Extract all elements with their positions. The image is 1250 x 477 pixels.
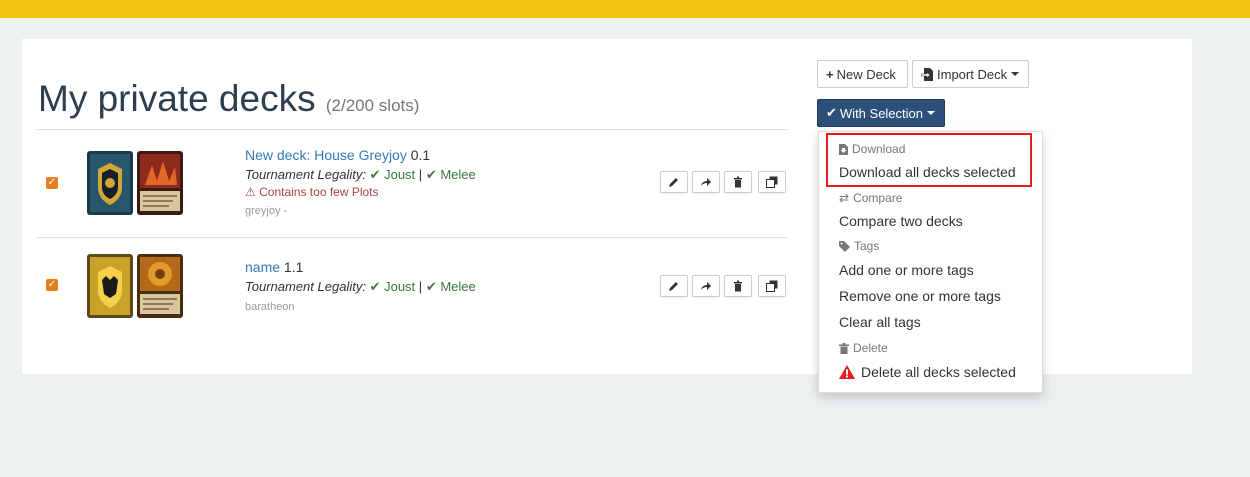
caret-down-icon — [1011, 72, 1020, 76]
check-icon: ✔ — [369, 279, 381, 294]
tags-header: Tags — [839, 239, 879, 253]
trash-icon — [839, 342, 849, 354]
deck-info: New deck: House Greyjoy 0.1 Tournament L… — [245, 147, 476, 217]
deck-faction: greyjoy - — [245, 205, 288, 217]
copy-icon — [766, 176, 778, 188]
warning-icon: ⚠ — [245, 185, 256, 199]
delete-button[interactable] — [724, 275, 752, 297]
copy-icon — [766, 280, 778, 292]
add-tags-item[interactable]: Add one or more tags — [839, 262, 974, 278]
format-melee: Melee — [440, 279, 476, 294]
deck-warning: ⚠ Contains too few Plots — [245, 185, 379, 199]
deck-info: name 1.1 Tournament Legality: ✔ Joust | … — [245, 259, 476, 313]
delete-all-item[interactable]: Delete all decks selected — [839, 364, 1016, 380]
new-deck-button[interactable]: + New Deck — [817, 60, 908, 88]
trash-icon — [734, 176, 742, 188]
deck-row: ✓ New deck: House Greyjoy 0.1 Tournament… — [37, 130, 787, 230]
format-joust: Joust — [384, 167, 416, 182]
delete-button[interactable] — [724, 171, 752, 193]
deck-version: 0.1 — [410, 147, 431, 163]
plus-icon: + — [826, 66, 834, 82]
caret-down-icon — [927, 111, 935, 115]
slots-count: (2/200 slots) — [325, 96, 420, 115]
share-button[interactable] — [692, 171, 720, 193]
remove-tags-item[interactable]: Remove one or more tags — [839, 288, 1001, 304]
deck-name-link[interactable]: New deck: House Greyjoy — [245, 147, 407, 163]
share-button[interactable] — [692, 275, 720, 297]
deck-name-link[interactable]: name — [245, 259, 280, 275]
check-icon: ✔ — [425, 279, 437, 294]
share-icon — [701, 282, 711, 290]
deck-checkbox[interactable]: ✓ — [46, 279, 58, 291]
faction-card-image[interactable] — [87, 151, 133, 215]
download-highlight-box — [826, 133, 1032, 187]
pencil-icon — [669, 282, 678, 291]
format-melee: Melee — [440, 167, 476, 182]
delete-header: Delete — [839, 341, 888, 355]
share-icon — [701, 178, 711, 186]
with-selection-button[interactable]: ✔ With Selection — [817, 99, 945, 127]
top-bar — [0, 0, 1250, 18]
file-import-icon — [921, 67, 933, 81]
agenda-card-image[interactable] — [137, 254, 183, 318]
pencil-icon — [669, 178, 678, 187]
deck-version: 1.1 — [283, 259, 304, 275]
deck-faction: baratheon — [245, 301, 295, 313]
faction-card-image[interactable] — [87, 254, 133, 318]
compare-two-item[interactable]: Compare two decks — [839, 213, 963, 229]
page-title: My private decks (2/200 slots) — [38, 78, 420, 119]
deck-actions — [660, 171, 786, 193]
trash-icon — [734, 280, 742, 292]
duplicate-button[interactable] — [758, 171, 786, 193]
edit-button[interactable] — [660, 171, 688, 193]
tournament-legality: Tournament Legality: ✔ Joust | ✔ Melee — [245, 167, 476, 182]
deck-row: ✓ name 1.1 Tournament Legality: ✔ Joust … — [37, 238, 787, 338]
check-icon: ✔ — [425, 167, 437, 182]
tournament-legality: Tournament Legality: ✔ Joust | ✔ Melee — [245, 279, 476, 294]
deck-checkbox[interactable]: ✓ — [46, 177, 58, 189]
agenda-card-image[interactable] — [137, 151, 183, 215]
deck-actions — [660, 275, 786, 297]
duplicate-button[interactable] — [758, 275, 786, 297]
tag-icon — [839, 240, 850, 252]
clear-tags-item[interactable]: Clear all tags — [839, 314, 921, 330]
warning-icon — [839, 365, 855, 379]
check-icon: ✔ — [826, 105, 837, 120]
exchange-icon: ⇄ — [839, 191, 850, 205]
import-deck-button[interactable]: Import Deck — [912, 60, 1029, 88]
compare-header: ⇄ Compare — [839, 191, 903, 205]
edit-button[interactable] — [660, 275, 688, 297]
check-icon: ✔ — [369, 167, 381, 182]
format-joust: Joust — [384, 279, 416, 294]
